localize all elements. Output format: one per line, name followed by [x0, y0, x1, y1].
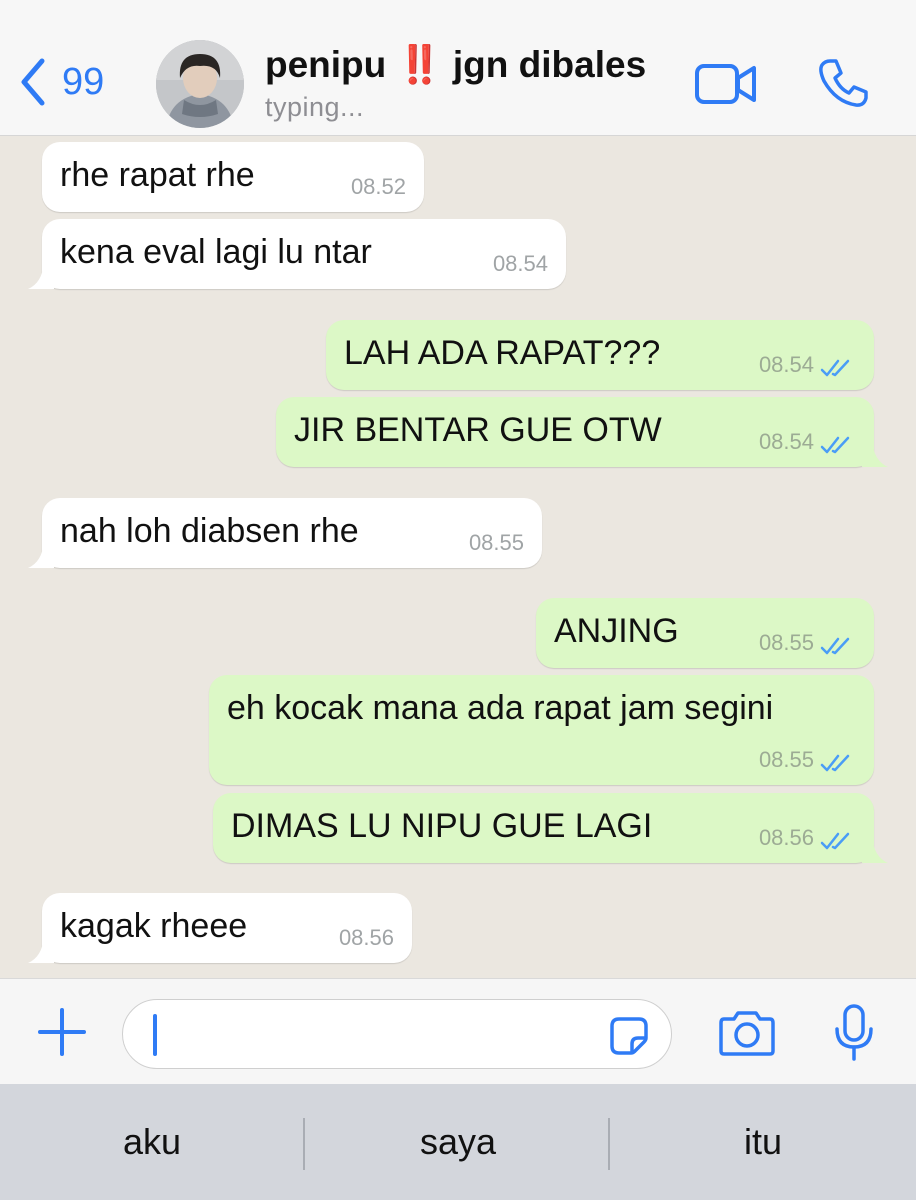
video-call-button[interactable] [694, 62, 758, 111]
camera-button[interactable] [718, 1009, 776, 1062]
microphone-icon [835, 1004, 873, 1061]
message-text: ANJING [554, 612, 679, 650]
message-time: 08.55 [758, 747, 814, 772]
video-call-icon [695, 64, 756, 104]
voice-call-button[interactable] [816, 56, 870, 115]
contact-name[interactable]: penipu ‼️ jgn dibales [265, 44, 646, 87]
message-bubble-outgoing[interactable]: JIR BENTAR GUE OTW 08.54 [276, 397, 888, 467]
suggestion-item[interactable]: itu [611, 1084, 915, 1200]
message-time: 08.55 [468, 530, 524, 555]
message-time: 08.56 [758, 825, 814, 850]
contact-avatar[interactable] [156, 40, 244, 128]
bubble-tail [862, 441, 888, 467]
message-bubble-outgoing[interactable]: eh kocak mana ada rapat jam segini 08.55 [209, 675, 874, 785]
typing-status: typing... [265, 92, 365, 122]
double-check-icon [820, 436, 850, 454]
suggestion-divider [608, 1118, 610, 1170]
message-text: nah loh diabsen rhe [60, 512, 359, 550]
bubble-tail [28, 263, 54, 289]
double-check-icon [820, 359, 850, 377]
message-time: 08.56 [338, 925, 394, 950]
message-time: 08.55 [758, 630, 814, 655]
bubble-tail [28, 937, 54, 963]
suggestion-item[interactable]: saya [306, 1084, 610, 1200]
message-bubble-outgoing[interactable]: DIMAS LU NIPU GUE LAGI 08.56 [213, 793, 888, 863]
avatar-photo [156, 40, 244, 128]
attach-button[interactable] [36, 1006, 88, 1063]
double-exclamation-emoji: ‼️ [396, 44, 443, 85]
voice-message-button[interactable] [832, 1003, 876, 1068]
double-check-icon [820, 637, 850, 655]
back-button[interactable]: 99 [18, 52, 104, 112]
double-check-icon [820, 832, 850, 850]
unread-count: 99 [62, 60, 105, 103]
phone-icon [819, 59, 868, 107]
message-text: DIMAS LU NIPU GUE LAGI [231, 807, 653, 845]
message-text: kena eval lagi lu ntar [60, 233, 372, 271]
message-time: 08.52 [350, 174, 406, 199]
message-list[interactable]: rhe rapat rhe 08.52 kena eval lagi lu nt… [0, 137, 916, 977]
message-text: rhe rapat rhe [60, 156, 255, 194]
message-bubble-outgoing[interactable]: LAH ADA RAPAT??? 08.54 [326, 320, 874, 390]
composer-bar [0, 978, 916, 1084]
message-bubble-incoming[interactable]: kagak rheee 08.56 [28, 893, 412, 963]
suggestion-item[interactable]: aku [0, 1084, 304, 1200]
message-bubble-incoming[interactable]: nah loh diabsen rhe 08.55 [28, 498, 542, 568]
contact-name-suffix: jgn dibales [452, 44, 647, 85]
suggestion-divider [303, 1118, 305, 1170]
message-input[interactable] [122, 999, 672, 1069]
bubble-tail [862, 837, 888, 863]
message-text: eh kocak mana ada rapat jam segini [227, 689, 774, 727]
chevron-left-icon [21, 58, 45, 106]
message-bubble-incoming[interactable]: rhe rapat rhe 08.52 [42, 142, 424, 212]
message-time: 08.54 [758, 429, 814, 454]
sticker-button[interactable] [609, 1016, 649, 1061]
chat-header: 99 penipu ‼️ jgn dibales typing... [0, 0, 916, 136]
contact-name-text: penipu [265, 44, 387, 85]
message-time: 08.54 [758, 352, 814, 377]
sticker-icon [610, 1017, 648, 1055]
message-text: LAH ADA RAPAT??? [344, 334, 661, 372]
camera-icon [719, 1011, 775, 1056]
plus-icon [38, 1008, 86, 1056]
message-bubble-outgoing[interactable]: ANJING 08.55 [536, 598, 874, 668]
keyboard-suggestion-bar: aku saya itu [0, 1084, 916, 1200]
message-text: JIR BENTAR GUE OTW [294, 411, 662, 449]
text-caret [153, 1014, 157, 1056]
bubble-tail [28, 542, 54, 568]
double-check-icon [820, 754, 850, 772]
message-time: 08.54 [492, 251, 548, 276]
message-text: kagak rheee [60, 907, 248, 945]
message-bubble-incoming[interactable]: kena eval lagi lu ntar 08.54 [28, 219, 566, 289]
